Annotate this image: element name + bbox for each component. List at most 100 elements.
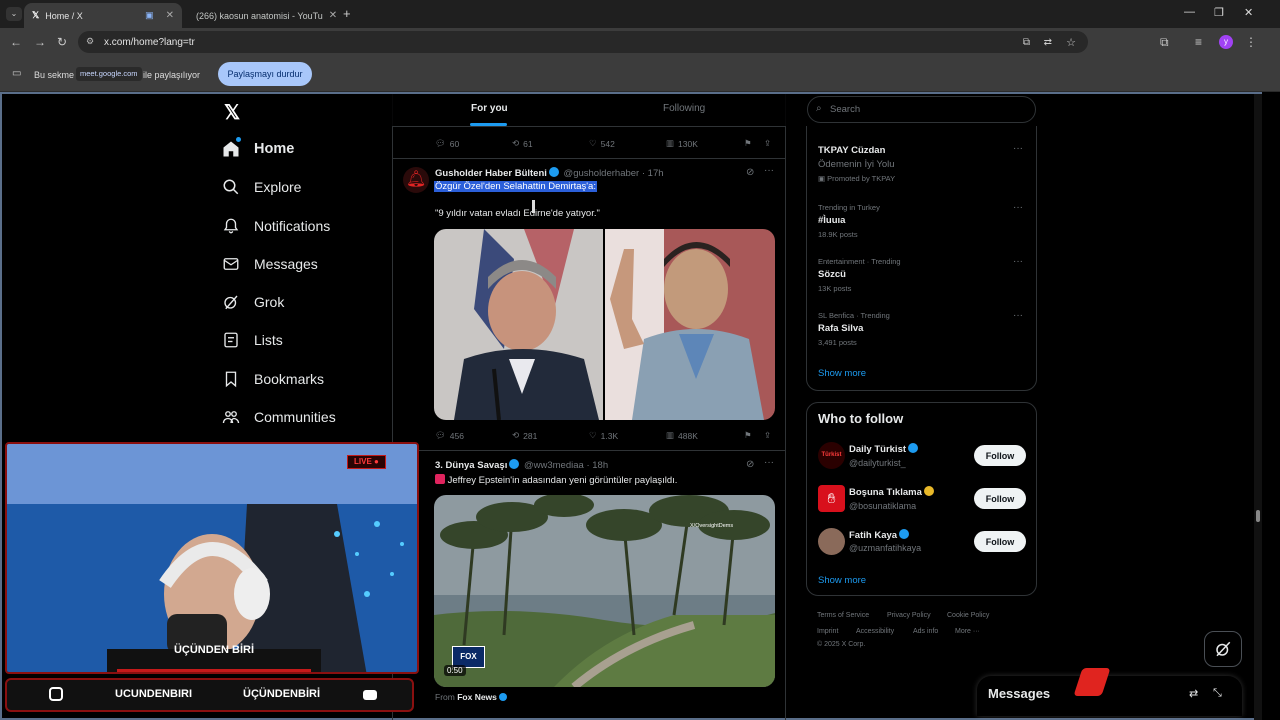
trend-count: 18.9K posts xyxy=(818,230,858,239)
minimize-icon[interactable]: — xyxy=(1184,6,1195,18)
author-name[interactable]: 3. Dünya Savaşı xyxy=(435,460,507,471)
like-button[interactable]: ♡ 1.3K xyxy=(589,430,618,441)
views-button[interactable]: ▥ 130K xyxy=(666,138,698,149)
footer-link[interactable]: Terms of Service xyxy=(817,612,869,619)
site-settings-icon[interactable]: ⚙ xyxy=(86,36,94,47)
more-icon[interactable]: ··· xyxy=(764,457,774,468)
scrollbar-thumb[interactable] xyxy=(1256,510,1260,522)
follow-button[interactable]: Follow xyxy=(974,445,1026,466)
repost-count: 281 xyxy=(523,430,538,441)
new-message-icon[interactable]: ⇄ xyxy=(1189,687,1198,700)
address-row: ← → ↻ ⚙ x.com/home?lang=tr ⧉ ⇄ ☆ ⧉ ≡ y ⋮ xyxy=(0,28,1280,56)
tab-x-home[interactable]: 𝕏 Home / X ▣ ✕ xyxy=(24,3,182,28)
trend-title[interactable]: #Ìuuıa xyxy=(818,215,845,226)
follow-name[interactable]: Daily Türkist xyxy=(849,443,920,455)
author-handle[interactable]: @ww3mediaa xyxy=(524,460,584,471)
tweet-photo[interactable] xyxy=(434,229,775,420)
footer-link[interactable]: Imprint xyxy=(817,628,838,635)
follow-button[interactable]: Follow xyxy=(974,531,1026,552)
author-name[interactable]: Gusholder Haber Bülteni xyxy=(435,168,547,179)
tab-following[interactable]: Following xyxy=(663,103,705,114)
reply-button[interactable]: 💬︎ 60 xyxy=(435,138,459,149)
footer-link[interactable]: More ··· xyxy=(955,628,980,635)
forward-icon[interactable]: → xyxy=(34,35,46,49)
browser-menu-icon[interactable]: ⋮ xyxy=(1245,35,1257,49)
close-window-icon[interactable]: ✕ xyxy=(1244,6,1253,19)
avatar[interactable]: 🔔︎ xyxy=(403,167,429,193)
nav-home[interactable]: Home xyxy=(222,134,294,164)
footer-link[interactable]: Privacy Policy xyxy=(887,612,931,619)
like-button[interactable]: ♡ 542 xyxy=(589,138,615,149)
avatar[interactable]: ✋︎ xyxy=(818,485,845,512)
show-more-trends-link[interactable]: Show more xyxy=(818,368,866,379)
follow-button[interactable]: Follow xyxy=(974,488,1026,509)
verified-icon xyxy=(908,443,919,453)
grok-icon[interactable]: ⊘ xyxy=(746,459,754,470)
more-icon[interactable]: ··· xyxy=(1013,202,1023,213)
trend-title[interactable]: Rafa Silva xyxy=(818,323,863,334)
close-tab-icon[interactable]: ✕ xyxy=(166,10,174,21)
show-more-follow-link[interactable]: Show more xyxy=(818,575,866,586)
nav-bookmarks[interactable]: Bookmarks xyxy=(222,364,324,394)
bookmark-icon[interactable]: ⚑ xyxy=(744,138,752,149)
translate-icon[interactable]: ⇄ xyxy=(1044,37,1052,48)
share-icon[interactable]: ⇪ xyxy=(764,138,771,149)
avatar[interactable] xyxy=(818,528,845,555)
nav-lists[interactable]: Lists xyxy=(222,325,283,355)
page-scrollbar[interactable] xyxy=(1254,94,1262,720)
new-tab-icon[interactable]: + xyxy=(343,6,351,21)
more-icon[interactable]: ··· xyxy=(1013,256,1023,267)
messages-drawer[interactable]: Messages ⇄ ⤡ xyxy=(977,676,1242,716)
back-icon[interactable]: ← xyxy=(10,35,22,49)
video-source[interactable]: From Fox News xyxy=(435,692,509,702)
tab-youtube[interactable]: (266) kaosun anatomisi - YouTu ✕ xyxy=(182,3,338,28)
tweet-time[interactable]: · 17h xyxy=(642,168,664,179)
follow-name[interactable]: Boşuna Tıklama xyxy=(849,486,936,498)
grok-icon[interactable]: ⊘ xyxy=(746,167,754,178)
footer-link[interactable]: Cookie Policy xyxy=(947,612,989,619)
trend-title[interactable]: Sözcü xyxy=(818,269,846,280)
more-icon[interactable]: ··· xyxy=(1013,143,1023,154)
follow-name[interactable]: Fatih Kaya xyxy=(849,529,911,541)
tweet-time[interactable]: · 18h xyxy=(586,460,608,471)
repost-button[interactable]: ⟲ 61 xyxy=(512,138,533,149)
verified-icon xyxy=(498,693,507,701)
expand-icon[interactable]: ⤡ xyxy=(1213,687,1222,700)
bookmark-star-icon[interactable]: ☆ xyxy=(1066,36,1076,49)
grok-floating-button[interactable] xyxy=(1204,631,1242,667)
close-tab-icon[interactable]: ✕ xyxy=(329,10,337,21)
stop-sharing-button[interactable]: Paylaşmayı durdur xyxy=(218,62,312,86)
more-icon[interactable]: ··· xyxy=(764,165,774,176)
footer-link[interactable]: Ads info xyxy=(913,628,938,635)
share-icon[interactable]: ⇪ xyxy=(764,430,771,441)
maximize-icon[interactable]: ❐ xyxy=(1214,6,1224,19)
x-logo-icon[interactable]: 𝕏 xyxy=(224,100,240,125)
extensions-icon[interactable]: ⧉ xyxy=(1160,35,1169,50)
avatar[interactable]: Türkist xyxy=(818,442,845,469)
nav-grok[interactable]: Grok xyxy=(222,287,284,317)
nav-messages[interactable]: Messages xyxy=(222,249,318,279)
repost-count: 61 xyxy=(523,138,533,149)
nav-explore[interactable]: Explore xyxy=(222,172,301,202)
repost-button[interactable]: ⟲ 281 xyxy=(512,430,537,441)
bookmark-icon[interactable]: ⚑ xyxy=(744,430,752,441)
search-input[interactable]: ⌕ Search xyxy=(807,96,1036,123)
reload-icon[interactable]: ↻ xyxy=(57,35,67,49)
verified-gold-icon xyxy=(923,486,934,496)
tweet-video[interactable]: X/OversightDems FOX 0:50 xyxy=(434,495,775,687)
footer-link[interactable]: Accessibility xyxy=(856,628,894,635)
address-bar[interactable]: ⚙ x.com/home?lang=tr ⧉ ⇄ ☆ xyxy=(78,31,1088,53)
author-handle[interactable]: @gusholderhaber xyxy=(564,168,640,179)
cursor-icon xyxy=(532,200,535,213)
reply-button[interactable]: 💬︎ 456 xyxy=(435,430,464,441)
views-button[interactable]: ▥ 488K xyxy=(666,430,698,441)
reading-list-icon[interactable]: ≡ xyxy=(1195,35,1202,49)
nav-notifications[interactable]: Notifications xyxy=(222,211,330,241)
nav-communities[interactable]: Communities xyxy=(222,402,336,432)
tab-search-icon[interactable]: ⌄ xyxy=(6,7,22,21)
install-icon[interactable]: ⧉ xyxy=(1023,37,1030,48)
tab-for-you[interactable]: For you xyxy=(471,103,508,114)
more-icon[interactable]: ··· xyxy=(1013,310,1023,321)
trend-title[interactable]: TKPAY Cüzdan xyxy=(818,145,885,156)
profile-avatar[interactable]: y xyxy=(1219,35,1233,49)
